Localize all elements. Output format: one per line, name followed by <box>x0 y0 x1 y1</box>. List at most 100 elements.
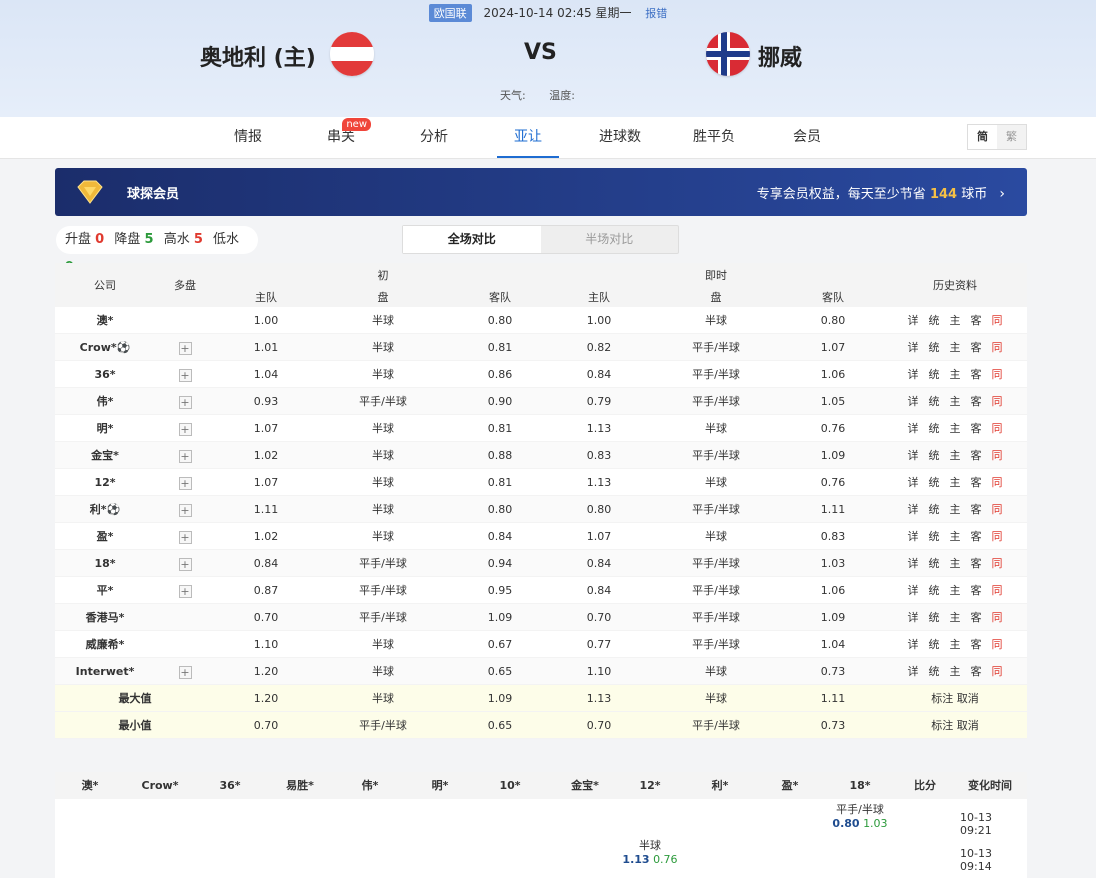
expand-plus-icon[interactable]: + <box>178 395 192 409</box>
same-link[interactable]: 同 <box>992 658 1003 685</box>
stats-link[interactable]: 统 <box>929 631 940 658</box>
detail-link[interactable]: 详 <box>908 307 919 334</box>
same-link[interactable]: 同 <box>992 550 1003 577</box>
same-link[interactable]: 同 <box>992 469 1003 496</box>
away-link[interactable]: 客 <box>971 388 982 415</box>
detail-link[interactable]: 详 <box>908 388 919 415</box>
company-name[interactable]: 金宝* <box>75 442 135 469</box>
company-name[interactable]: Interwet* <box>75 658 135 685</box>
tab-asian-handicap[interactable]: 亚让 <box>497 117 559 158</box>
same-link[interactable]: 同 <box>992 361 1003 388</box>
same-link[interactable]: 同 <box>992 523 1003 550</box>
tab-analysis[interactable]: 分析 <box>417 117 451 158</box>
home-link[interactable]: 主 <box>950 604 961 631</box>
home-link[interactable]: 主 <box>950 415 961 442</box>
stats-link[interactable]: 统 <box>929 388 940 415</box>
same-link[interactable]: 同 <box>992 631 1003 658</box>
cancel-link[interactable]: 取消 <box>957 719 979 732</box>
away-link[interactable]: 客 <box>971 523 982 550</box>
expand-plus-icon[interactable]: + <box>178 476 192 490</box>
stats-link[interactable]: 统 <box>929 361 940 388</box>
detail-link[interactable]: 详 <box>908 334 919 361</box>
away-link[interactable]: 客 <box>971 631 982 658</box>
stats-link[interactable]: 统 <box>929 442 940 469</box>
same-link[interactable]: 同 <box>992 388 1003 415</box>
away-link[interactable]: 客 <box>971 658 982 685</box>
detail-link[interactable]: 详 <box>908 631 919 658</box>
lang-simplified-button[interactable]: 简 <box>968 125 997 149</box>
home-link[interactable]: 主 <box>950 469 961 496</box>
detail-link[interactable]: 详 <box>908 550 919 577</box>
home-link[interactable]: 主 <box>950 658 961 685</box>
home-link[interactable]: 主 <box>950 550 961 577</box>
same-link[interactable]: 同 <box>992 604 1003 631</box>
mark-link[interactable]: 标注 <box>931 719 953 732</box>
lang-traditional-button[interactable]: 繁 <box>997 125 1026 149</box>
expand-plus-icon[interactable]: + <box>178 665 192 679</box>
tab-goals[interactable]: 进球数 <box>596 117 644 158</box>
away-link[interactable]: 客 <box>971 604 982 631</box>
company-name[interactable]: 香港马* <box>75 604 135 631</box>
company-name[interactable]: 利*⚽ <box>75 496 135 523</box>
stats-link[interactable]: 统 <box>929 523 940 550</box>
company-name[interactable]: 18* <box>75 550 135 577</box>
stats-link[interactable]: 统 <box>929 577 940 604</box>
company-name[interactable]: 澳* <box>75 307 135 334</box>
home-link[interactable]: 主 <box>950 631 961 658</box>
home-link[interactable]: 主 <box>950 523 961 550</box>
expand-plus-icon[interactable]: + <box>178 584 192 598</box>
expand-plus-icon[interactable]: + <box>178 341 192 355</box>
stats-link[interactable]: 统 <box>929 307 940 334</box>
away-link[interactable]: 客 <box>971 361 982 388</box>
tab-1x2[interactable]: 胜平负 <box>690 117 738 158</box>
stats-link[interactable]: 统 <box>929 496 940 523</box>
full-match-button[interactable]: 全场对比 <box>403 226 541 253</box>
away-link[interactable]: 客 <box>971 415 982 442</box>
detail-link[interactable]: 详 <box>908 658 919 685</box>
same-link[interactable]: 同 <box>992 577 1003 604</box>
home-link[interactable]: 主 <box>950 442 961 469</box>
detail-link[interactable]: 详 <box>908 469 919 496</box>
company-name[interactable]: 36* <box>75 361 135 388</box>
expand-plus-icon[interactable]: + <box>178 503 192 517</box>
stats-link[interactable]: 统 <box>929 334 940 361</box>
stats-link[interactable]: 统 <box>929 415 940 442</box>
detail-link[interactable]: 详 <box>908 415 919 442</box>
stats-link[interactable]: 统 <box>929 469 940 496</box>
home-team-name[interactable]: 奥地利 (主) <box>200 40 316 72</box>
same-link[interactable]: 同 <box>992 334 1003 361</box>
stats-link[interactable]: 统 <box>929 658 940 685</box>
away-link[interactable]: 客 <box>971 442 982 469</box>
home-link[interactable]: 主 <box>950 496 961 523</box>
expand-plus-icon[interactable]: + <box>178 557 192 571</box>
company-name[interactable]: 威廉希* <box>75 631 135 658</box>
away-link[interactable]: 客 <box>971 469 982 496</box>
same-link[interactable]: 同 <box>992 415 1003 442</box>
cancel-link[interactable]: 取消 <box>957 692 979 705</box>
tab-parlay[interactable]: 串关 new <box>325 117 371 158</box>
expand-plus-icon[interactable]: + <box>178 530 192 544</box>
home-link[interactable]: 主 <box>950 334 961 361</box>
stats-link[interactable]: 统 <box>929 604 940 631</box>
company-name[interactable]: Crow*⚽ <box>75 334 135 361</box>
same-link[interactable]: 同 <box>992 442 1003 469</box>
tab-intel[interactable]: 情报 <box>230 117 266 158</box>
detail-link[interactable]: 详 <box>908 604 919 631</box>
company-name[interactable]: 12* <box>75 469 135 496</box>
home-link[interactable]: 主 <box>950 577 961 604</box>
away-link[interactable]: 客 <box>971 550 982 577</box>
league-tag[interactable]: 欧国联 <box>428 4 472 22</box>
same-link[interactable]: 同 <box>992 307 1003 334</box>
same-link[interactable]: 同 <box>992 496 1003 523</box>
away-team-name[interactable]: 挪威 <box>758 40 802 72</box>
report-error-link[interactable]: 报错 <box>645 7 667 20</box>
company-name[interactable]: 盈* <box>75 523 135 550</box>
home-link[interactable]: 主 <box>950 388 961 415</box>
away-link[interactable]: 客 <box>971 334 982 361</box>
expand-plus-icon[interactable]: + <box>178 368 192 382</box>
mark-link[interactable]: 标注 <box>931 692 953 705</box>
stats-link[interactable]: 统 <box>929 550 940 577</box>
away-link[interactable]: 客 <box>971 496 982 523</box>
company-name[interactable]: 明* <box>75 415 135 442</box>
half-match-button[interactable]: 半场对比 <box>541 226 679 253</box>
